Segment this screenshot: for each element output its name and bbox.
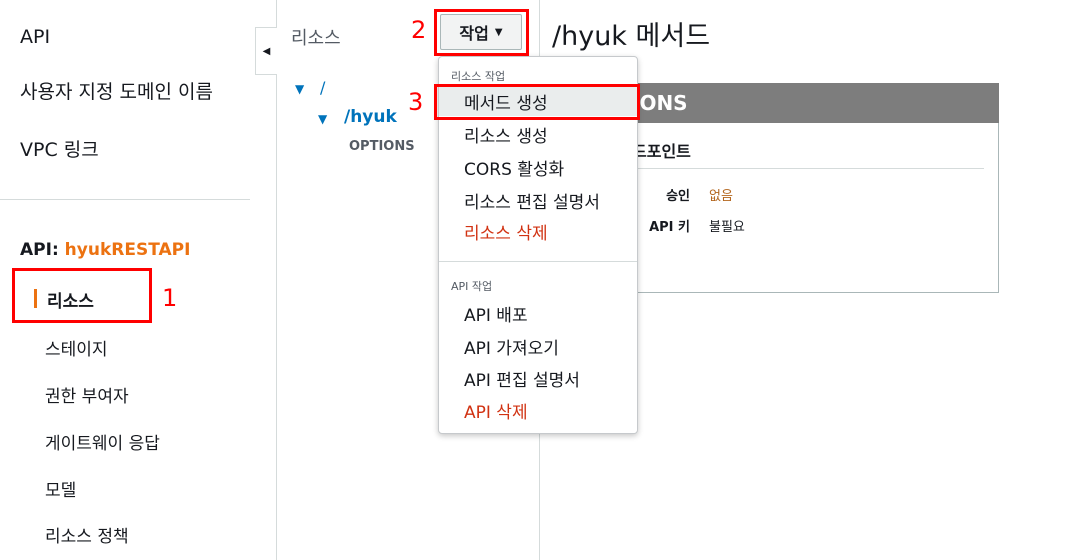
tree-node-root[interactable]: / xyxy=(320,78,325,97)
sidebar-item-stages[interactable]: 스테이지 xyxy=(45,335,108,360)
tree-expand-icon[interactable]: ▼ xyxy=(318,112,327,126)
annotation-box-step3 xyxy=(434,84,640,120)
annotation-number-step3: 3 xyxy=(408,88,424,116)
endpoint-subtitle: 드포인트 xyxy=(632,142,691,161)
api-key-value: 불필요 xyxy=(709,220,745,235)
annotation-number-step2: 2 xyxy=(411,16,427,44)
sidebar-item-gateway-responses[interactable]: 게이트웨이 응답 xyxy=(45,429,160,454)
dropdown-divider xyxy=(439,261,637,262)
card-divider xyxy=(630,168,984,169)
tree-expand-icon[interactable]: ▼ xyxy=(295,82,304,96)
api-heading: API: hyukRESTAPI xyxy=(20,240,190,260)
caret-left-icon: ◀ xyxy=(262,45,271,57)
menu-item-create-resource[interactable]: 리소스 생성 xyxy=(464,122,548,147)
menu-item-enable-cors[interactable]: CORS 활성화 xyxy=(464,155,564,180)
page-title: /hyuk 메서드 xyxy=(552,21,711,52)
menu-item-import-api[interactable]: API 가져오기 xyxy=(464,334,559,359)
menu-item-delete-api[interactable]: API 삭제 xyxy=(464,398,528,423)
annotation-box-step1 xyxy=(12,268,152,323)
menu-item-edit-resource-docs[interactable]: 리소스 편집 설명서 xyxy=(464,188,600,213)
resources-title: 리소스 xyxy=(291,28,341,49)
menu-item-edit-api-docs[interactable]: API 편집 설명서 xyxy=(464,366,580,391)
sidebar-item-models[interactable]: 모델 xyxy=(45,476,76,501)
collapse-sidebar-button[interactable]: ◀ xyxy=(255,27,277,75)
authorization-value[interactable]: 없음 xyxy=(709,185,733,204)
menu-item-deploy-api[interactable]: API 배포 xyxy=(464,301,528,326)
annotation-box-step2 xyxy=(434,9,529,56)
api-key-label: API 키 xyxy=(649,220,690,235)
sidebar-item-authorizers[interactable]: 권한 부여자 xyxy=(45,382,129,407)
dropdown-section-api-actions: API 작업 xyxy=(451,280,493,293)
nav-item-vpc-link[interactable]: VPC 링크 xyxy=(20,135,99,162)
menu-item-delete-resource[interactable]: 리소스 삭제 xyxy=(464,219,548,244)
sidebar-divider xyxy=(0,199,250,200)
tree-node-hyuk[interactable]: /hyuk xyxy=(344,107,397,127)
authorization-label: 승인 xyxy=(666,189,690,204)
nav-item-api[interactable]: API xyxy=(20,26,50,48)
api-heading-label: API: xyxy=(20,240,59,260)
sidebar-item-resource-policy[interactable]: 리소스 정책 xyxy=(45,522,129,547)
dropdown-section-resource-actions: 리소스 작업 xyxy=(451,70,506,83)
method-card-title[interactable]: IONS xyxy=(632,91,688,115)
tree-method-options[interactable]: OPTIONS xyxy=(349,139,415,154)
annotation-number-step1: 1 xyxy=(162,284,178,312)
nav-item-custom-domain[interactable]: 사용자 지정 도메인 이름 xyxy=(20,77,213,104)
api-name[interactable]: hyukRESTAPI xyxy=(65,240,191,260)
